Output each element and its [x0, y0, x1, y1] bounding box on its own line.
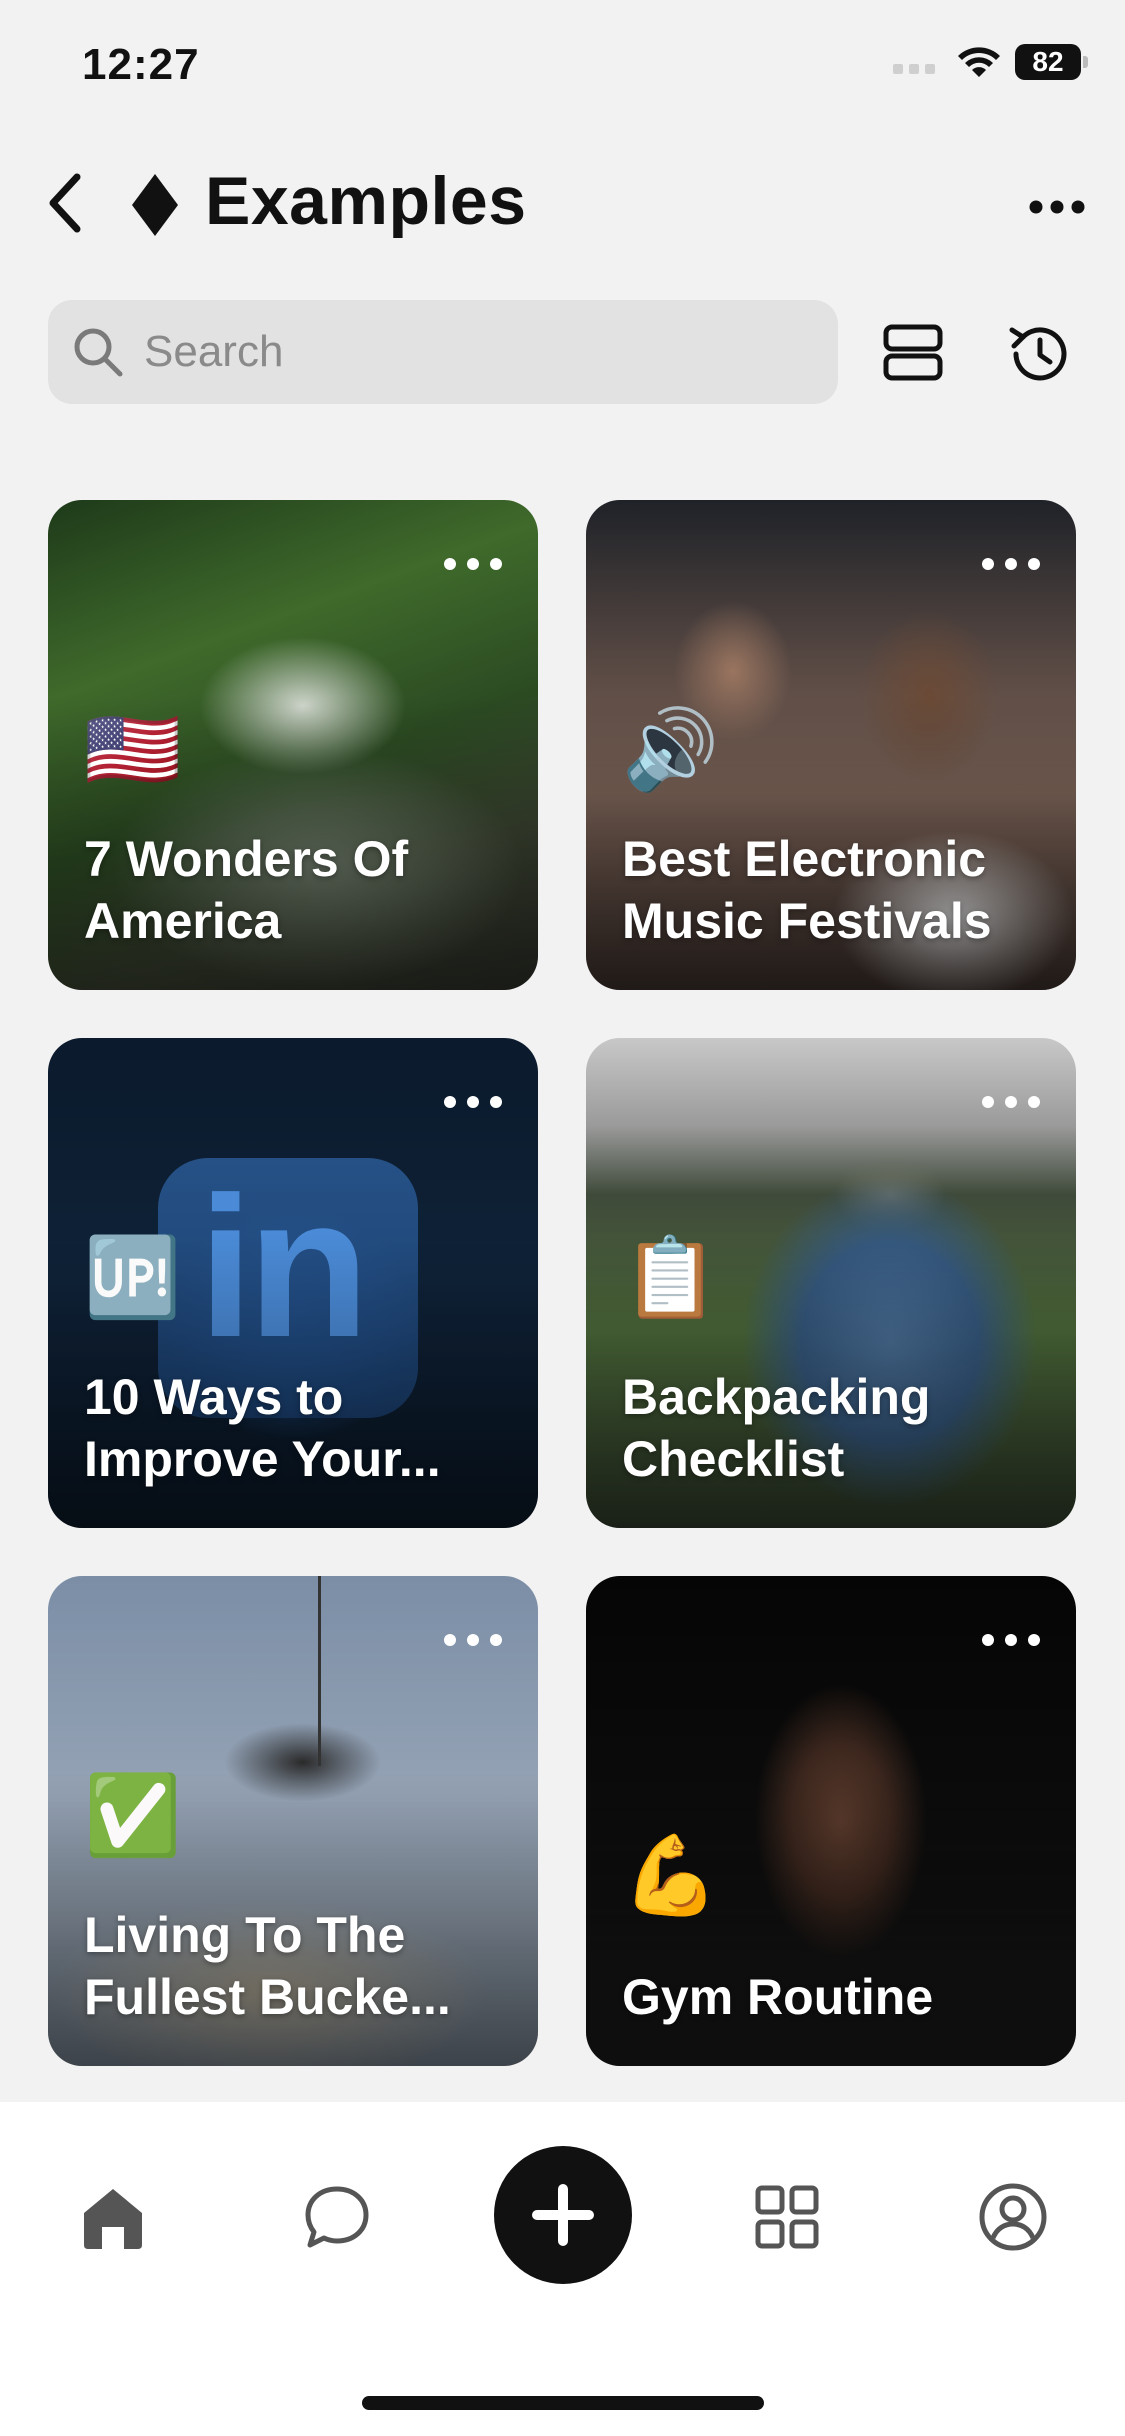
search-input[interactable]: [142, 326, 806, 378]
plus-icon: [532, 2184, 594, 2246]
card-title: Backpacking Checklist: [622, 1369, 931, 1487]
chat-icon: [305, 2186, 369, 2248]
tab-grid[interactable]: [742, 2172, 832, 2262]
nav-header: Examples: [0, 150, 1125, 260]
card-title: Best Electronic Music Festivals: [622, 831, 992, 949]
chevron-left-icon: [49, 173, 81, 233]
cellular-signal-icon: [893, 50, 935, 74]
example-card[interactable]: 📋 Backpacking Checklist: [586, 1038, 1076, 1528]
example-card[interactable]: 🇺🇸 7 Wonders Of America: [48, 500, 538, 990]
card-more-button[interactable]: [444, 552, 502, 576]
wifi-icon: [958, 47, 1000, 77]
example-card[interactable]: in 🆙 10 Ways to Improve Your...: [48, 1038, 538, 1528]
page-title: Examples: [205, 163, 527, 239]
home-indicator: [362, 2396, 764, 2410]
add-button[interactable]: [494, 2146, 632, 2284]
card-more-button[interactable]: [982, 552, 1040, 576]
card-more-button[interactable]: [982, 1090, 1040, 1114]
back-button[interactable]: [30, 168, 100, 238]
card-title: 10 Ways to Improve Your...: [84, 1369, 441, 1487]
history-button[interactable]: [1004, 318, 1076, 390]
card-title: 7 Wonders Of America: [84, 831, 409, 949]
bottom-tab-bar: [0, 2102, 1125, 2436]
card-emoji: 💪: [622, 1831, 720, 1919]
card-more-button[interactable]: [444, 1628, 502, 1652]
card-emoji: 🔊: [622, 705, 720, 793]
example-card[interactable]: ✅ Living To The Fullest Bucke...: [48, 1576, 538, 2066]
card-emoji: ✅: [84, 1771, 182, 1859]
status-time: 12:27: [82, 40, 200, 89]
card-title: Gym Routine: [622, 1969, 934, 2025]
search-bar[interactable]: [48, 300, 838, 404]
card-title: Living To The Fullest Bucke...: [84, 1907, 451, 2025]
list-view-icon: [883, 324, 943, 381]
search-icon: [70, 324, 126, 380]
card-emoji: 🇺🇸: [84, 705, 182, 793]
card-more-button[interactable]: [982, 1628, 1040, 1652]
status-bar: 12:27 82: [0, 0, 1125, 140]
history-icon: [1009, 327, 1067, 381]
battery-indicator: 82: [1015, 44, 1088, 80]
ellipsis-icon: [1029, 200, 1085, 214]
list-view-toggle-button[interactable]: [882, 322, 958, 384]
tab-profile[interactable]: [968, 2172, 1058, 2262]
grid-icon: [755, 2185, 819, 2249]
card-emoji: 🆙: [84, 1233, 182, 1321]
example-card[interactable]: 🔊 Best Electronic Music Festivals: [586, 500, 1076, 990]
example-card[interactable]: 💪 Gym Routine: [586, 1576, 1076, 2066]
profile-icon: [979, 2183, 1047, 2251]
tab-chat[interactable]: [292, 2172, 382, 2262]
status-indicators: 82: [893, 44, 1088, 80]
home-icon: [84, 2189, 142, 2249]
card-emoji: 📋: [622, 1233, 720, 1321]
tab-home[interactable]: [68, 2172, 158, 2262]
card-more-button[interactable]: [444, 1090, 502, 1114]
diamond-icon: [132, 174, 178, 236]
more-options-button[interactable]: [1017, 172, 1097, 242]
